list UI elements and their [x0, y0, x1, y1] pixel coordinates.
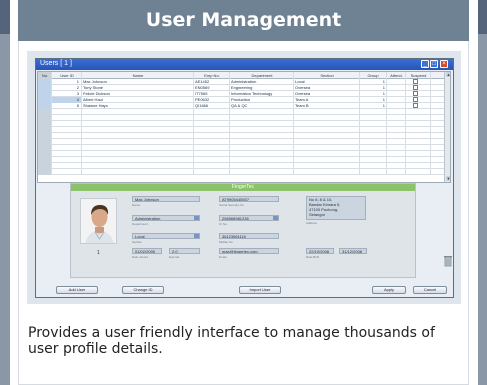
- expired-label: Expired: [169, 255, 180, 259]
- detail-header: FingerTec: [71, 184, 415, 191]
- ic-number-value: 256568981236: [222, 216, 249, 221]
- table-cell: [38, 169, 52, 175]
- suspend-checkbox[interactable]: [413, 85, 418, 90]
- department-label: Department: [132, 222, 148, 226]
- col-header-no[interactable]: No.: [38, 72, 52, 79]
- import-user-button[interactable]: Import User: [239, 286, 281, 294]
- scroll-down-icon[interactable]: ▼: [446, 176, 450, 181]
- photo-index: 1: [97, 250, 100, 256]
- chevron-down-icon[interactable]: [273, 216, 278, 220]
- table-cell: [230, 169, 294, 175]
- col-header-name[interactable]: Name: [82, 72, 194, 79]
- time-field[interactable]: 2.0: [169, 248, 200, 254]
- suspend-checkbox[interactable]: [413, 97, 418, 102]
- suspend-checkbox[interactable]: [413, 103, 418, 108]
- apply-button[interactable]: Apply: [372, 286, 406, 294]
- right-frame-strip-top: [478, 0, 487, 34]
- dob-field-b[interactable]: 31/12/2008: [339, 248, 367, 254]
- table-row-empty[interactable]: [38, 169, 444, 175]
- date-joined-field[interactable]: 01/02/2005: [132, 248, 162, 254]
- table-scrollbar[interactable]: ▲ ▼: [444, 72, 450, 182]
- col-header-department[interactable]: Department: [230, 72, 294, 79]
- ssn-label: Social Security No.: [219, 203, 245, 207]
- chevron-down-icon[interactable]: [194, 216, 199, 220]
- table-cell: [52, 169, 82, 175]
- col-header-attend[interactable]: Attend.: [387, 72, 406, 79]
- left-frame-strip-top: [0, 0, 10, 34]
- email-field[interactable]: max@fingertec.com: [219, 248, 279, 254]
- users-table: No. User ID Name Emp No. Department Sect…: [37, 71, 451, 183]
- ic-number-label: IC No.: [219, 222, 228, 226]
- change-id-button[interactable]: Change ID: [122, 286, 164, 294]
- left-frame-strip: [0, 0, 10, 385]
- chevron-down-icon[interactable]: [194, 234, 199, 238]
- trash-icon[interactable]: [444, 255, 452, 267]
- maximize-button[interactable]: □: [430, 60, 438, 68]
- name-field[interactable]: Max Johnson: [132, 196, 200, 202]
- mobile-label: Mobile No.: [219, 240, 234, 244]
- section-label: Section: [132, 240, 143, 244]
- card-title: User Management: [145, 9, 342, 31]
- add-user-button[interactable]: Add User: [56, 286, 98, 294]
- window-title: Users [ 1 ]: [40, 60, 72, 67]
- address-label: Address: [306, 221, 318, 225]
- table-cell: [294, 169, 360, 175]
- users-window: Users [ 1 ] _ □ × No. User ID Name Emp N…: [35, 58, 454, 298]
- department-value: Administration: [135, 216, 161, 221]
- email-label: Email: [219, 255, 227, 259]
- scroll-up-icon[interactable]: ▲: [446, 72, 450, 77]
- dob-label: Date Birth: [306, 255, 320, 259]
- ic-number-field[interactable]: 256568981236: [219, 215, 279, 221]
- user-detail-panel: FingerTec 1 Max Johnson Name Administrat…: [70, 183, 416, 278]
- date-joined-label: Date Joined: [132, 255, 149, 259]
- col-header-user-id[interactable]: User ID: [52, 72, 82, 79]
- user-photo-image: [81, 199, 116, 243]
- col-header-suspend[interactable]: Suspend: [406, 72, 431, 79]
- table-cell: [82, 169, 194, 175]
- cancel-button[interactable]: Cancel: [413, 286, 447, 294]
- col-header-emp-no[interactable]: Emp No.: [194, 72, 230, 79]
- section-select[interactable]: Local: [132, 233, 200, 239]
- section-value: Local: [135, 234, 145, 239]
- ssn-field[interactable]: AT9905445507: [219, 196, 279, 202]
- col-header-section[interactable]: Section: [294, 72, 360, 79]
- department-select[interactable]: Administration: [132, 215, 200, 221]
- user-photo[interactable]: [80, 198, 117, 244]
- close-button[interactable]: ×: [440, 60, 448, 68]
- suspend-checkbox[interactable]: [413, 79, 418, 84]
- minimize-button[interactable]: _: [421, 60, 429, 68]
- address-line: Selangor: [309, 212, 326, 217]
- dob-field-a[interactable]: 22/10/2008: [306, 248, 334, 254]
- table-cell: [360, 169, 387, 175]
- table-cell: [194, 169, 230, 175]
- table-header-row: No. User ID Name Emp No. Department Sect…: [38, 72, 444, 79]
- feature-description: Provides a user friendly interface to ma…: [28, 325, 435, 357]
- suspend-checkbox[interactable]: [413, 91, 418, 96]
- name-label: Name: [132, 203, 141, 207]
- address-field[interactable]: No 6, 8 & 10, Bandar Kinrara 5, 47100 Pu…: [306, 196, 366, 220]
- mobile-field[interactable]: 36123561116: [219, 233, 279, 239]
- col-header-group[interactable]: Group: [360, 72, 387, 79]
- table-cell: [406, 169, 431, 175]
- table-cell: [387, 169, 406, 175]
- window-titlebar: Users [ 1 ] _ □ ×: [36, 59, 453, 70]
- right-frame-strip: [478, 0, 487, 385]
